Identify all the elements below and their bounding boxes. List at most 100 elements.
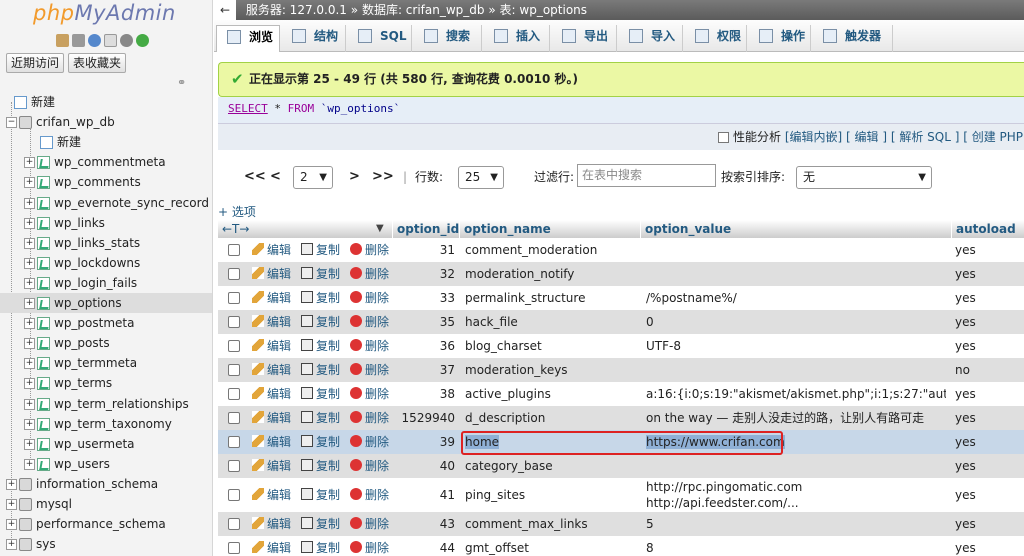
row-checkbox[interactable] <box>228 518 240 530</box>
tree-db-new[interactable]: 新建 <box>40 132 81 152</box>
tree-table-wp_login_fails[interactable]: + wp_login_fails <box>0 273 212 293</box>
delete-button[interactable]: 删除 <box>350 358 389 382</box>
tree-new-server[interactable]: 新建 <box>14 92 55 112</box>
expand-icon[interactable]: + <box>24 358 35 370</box>
expand-icon[interactable]: + <box>24 157 35 169</box>
cell-autoload[interactable]: yes <box>955 286 1015 310</box>
tree-table-wp_postmeta[interactable]: + wp_postmeta <box>0 313 212 333</box>
copy-button[interactable]: 复制 <box>301 536 340 556</box>
expand-icon[interactable]: + <box>24 197 35 209</box>
profiling-checkbox[interactable] <box>718 132 729 143</box>
cell-autoload[interactable]: yes <box>955 406 1015 430</box>
edit-button[interactable]: 编辑 <box>252 454 291 478</box>
row-checkbox[interactable] <box>228 489 240 501</box>
tab-triggers[interactable]: 触发器 <box>813 25 893 52</box>
row-checkbox[interactable] <box>228 364 240 376</box>
copy-button[interactable]: 复制 <box>301 310 340 334</box>
breadcrumb-server[interactable]: 服务器: 127.0.0.1 <box>246 3 347 17</box>
cell-autoload[interactable]: yes <box>955 238 1015 262</box>
expand-icon[interactable]: + <box>24 398 35 410</box>
tree-table-wp_termmeta[interactable]: + wp_termmeta <box>0 353 212 373</box>
tab-operations[interactable]: 操作 <box>749 25 811 52</box>
edit-button[interactable]: 编辑 <box>252 406 291 430</box>
query-links[interactable]: [编辑内嵌] [ 编辑 ] [ 解析 SQL ] [ 创建 PHP 代 <box>785 130 1024 144</box>
cell-option-id[interactable]: 31 <box>392 238 455 262</box>
cell-option-id[interactable]: 40 <box>392 454 455 478</box>
copy-button[interactable]: 复制 <box>301 430 340 454</box>
row-checkbox[interactable] <box>228 244 240 256</box>
delete-button[interactable]: 删除 <box>350 454 389 478</box>
tab-search[interactable]: 搜索 <box>414 25 482 52</box>
delete-button[interactable]: 删除 <box>350 382 389 406</box>
first-page-button[interactable]: << <box>244 155 266 199</box>
edit-button[interactable]: 编辑 <box>252 536 291 556</box>
cell-option-name[interactable]: hack_file <box>465 310 640 334</box>
cell-option-value[interactable]: 0 <box>646 310 946 334</box>
sort-select[interactable]: 无 ▼ <box>796 166 932 189</box>
tree-table-wp_lockdowns[interactable]: + wp_lockdowns <box>0 253 212 273</box>
delete-button[interactable]: 删除 <box>350 430 389 454</box>
cell-option-id[interactable]: 37 <box>392 358 455 382</box>
expand-icon[interactable]: + <box>6 499 17 510</box>
cell-option-name[interactable]: gmt_offset <box>465 536 640 556</box>
cell-option-value[interactable]: 5 <box>646 512 946 536</box>
expand-icon[interactable]: + <box>24 277 35 289</box>
row-checkbox[interactable] <box>228 316 240 328</box>
cell-option-value[interactable]: a:16:{i:0;s:19:"akismet/akismet.php";i:1… <box>646 382 946 406</box>
expand-icon[interactable]: + <box>24 378 35 390</box>
table-row[interactable]: 编辑 复制 删除 36 blog_charset UTF-8 yes <box>218 334 1024 358</box>
cell-option-value[interactable]: http://rpc.pingomatic.com http://api.feed… <box>646 479 946 511</box>
tab-structure[interactable]: 结构 <box>282 25 346 52</box>
row-checkbox[interactable] <box>228 460 240 472</box>
copy-button[interactable]: 复制 <box>301 382 340 406</box>
cell-option-id[interactable]: 1529940 <box>392 406 455 430</box>
cell-autoload[interactable]: yes <box>955 454 1015 478</box>
filter-input[interactable]: 在表中搜索 <box>577 164 716 187</box>
column-resize-arrows[interactable]: ←T→ <box>218 220 392 238</box>
tab-sql[interactable]: SQL <box>348 25 412 52</box>
edit-button[interactable]: 编辑 <box>252 286 291 310</box>
copy-button[interactable]: 复制 <box>301 262 340 286</box>
copy-button[interactable]: 复制 <box>301 478 340 512</box>
favorite-tables-button[interactable]: 表收藏夹 <box>68 53 127 73</box>
tree-table-wp_terms[interactable]: + wp_terms <box>0 373 212 393</box>
expand-icon[interactable]: + <box>6 539 17 551</box>
page-select[interactable]: 2 ▼ <box>293 166 333 189</box>
help-icon[interactable] <box>88 34 101 47</box>
expand-icon[interactable]: + <box>24 237 35 249</box>
tree-table-wp_links_stats[interactable]: + wp_links_stats <box>0 233 212 253</box>
expand-icon[interactable]: + <box>6 519 17 531</box>
cell-autoload[interactable]: yes <box>955 512 1015 536</box>
tree-db-crifan[interactable]: − crifan_wp_db <box>6 112 115 132</box>
cell-autoload[interactable]: yes <box>955 310 1015 334</box>
cell-option-id[interactable]: 35 <box>392 310 455 334</box>
cell-option-name[interactable]: moderation_keys <box>465 358 640 382</box>
delete-button[interactable]: 删除 <box>350 238 389 262</box>
delete-button[interactable]: 删除 <box>350 406 389 430</box>
collapse-icon[interactable]: − <box>6 117 17 129</box>
row-checkbox[interactable] <box>228 542 240 554</box>
edit-button[interactable]: 编辑 <box>252 382 291 406</box>
tree-db-information_schema[interactable]: + information_schema <box>6 474 158 494</box>
table-row[interactable]: 编辑 复制 删除 38 active_plugins a:16:{i:0;s:19:"ak… <box>218 382 1024 406</box>
tree-table-wp_term_taxonomy[interactable]: + wp_term_taxonomy <box>0 414 212 434</box>
row-checkbox[interactable] <box>228 268 240 280</box>
tree-db-mysql[interactable]: + mysql <box>6 494 72 514</box>
prev-page-button[interactable]: < <box>270 155 281 199</box>
tree-table-wp_usermeta[interactable]: + wp_usermeta <box>0 434 212 454</box>
edit-button[interactable]: 编辑 <box>252 478 291 512</box>
tab-export[interactable]: 导出 <box>552 25 617 52</box>
cell-option-name[interactable]: moderation_notify <box>465 262 640 286</box>
cell-option-id[interactable]: 32 <box>392 262 455 286</box>
column-autoload[interactable]: autoload <box>951 220 1024 238</box>
edit-button[interactable]: 编辑 <box>252 262 291 286</box>
table-row[interactable]: 编辑 复制 删除 37 moderation_keys no <box>218 358 1024 382</box>
delete-button[interactable]: 删除 <box>350 310 389 334</box>
expand-icon[interactable]: + <box>24 257 35 269</box>
tree-table-wp_term_relationships[interactable]: + wp_term_relationships <box>0 394 212 414</box>
cell-option-id[interactable]: 36 <box>392 334 455 358</box>
cell-option-name[interactable]: ping_sites <box>465 478 640 512</box>
table-row[interactable]: 编辑 复制 删除 33 permalink_structure /%postname%/ y… <box>218 286 1024 310</box>
cell-option-value[interactable]: on the way — 走别人没走过的路，让别人有路可走 <box>646 406 946 430</box>
cell-autoload[interactable]: no <box>955 358 1015 382</box>
